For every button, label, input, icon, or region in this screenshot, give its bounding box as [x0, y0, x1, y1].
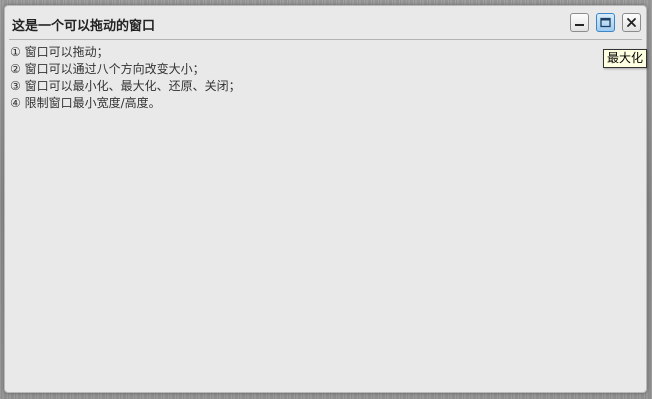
window-content: ① 窗口可以拖动； ② 窗口可以通过八个方向改变大小； ③ 窗口可以最小化、最大…	[10, 44, 570, 112]
feature-line-2: ② 窗口可以通过八个方向改变大小；	[10, 62, 205, 76]
feature-line-1: ① 窗口可以拖动；	[10, 45, 109, 59]
maximize-button[interactable]	[596, 13, 615, 32]
minimize-icon	[575, 24, 584, 26]
feature-line-3: ③ 窗口可以最小化、最大化、还原、关闭；	[10, 79, 241, 93]
minimize-button[interactable]	[570, 13, 589, 32]
maximize-icon	[600, 17, 611, 28]
window-titlebar[interactable]: 这是一个可以拖动的窗口	[9, 6, 642, 40]
feature-line-4: ④ 限制窗口最小宽度/高度。	[10, 96, 161, 110]
maximize-tooltip: 最大化	[603, 49, 648, 68]
window[interactable]: 这是一个可以拖动的窗口 ① 窗口可以拖动； ② 窗口可以通过八个方向改变大小； …	[4, 5, 647, 393]
close-icon	[627, 18, 636, 27]
close-button[interactable]	[622, 13, 641, 32]
window-title: 这是一个可以拖动的窗口	[12, 19, 156, 34]
